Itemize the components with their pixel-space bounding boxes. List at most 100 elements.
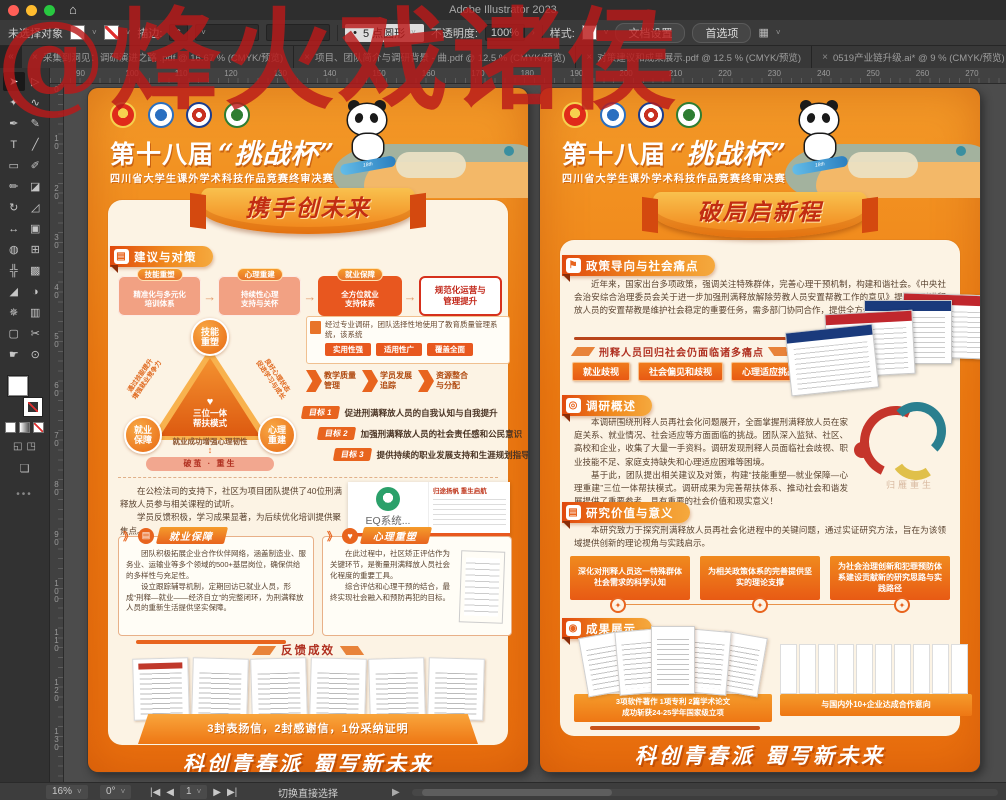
document-tab[interactable]: × 0519产业链升级.ai* @ 9 % (CMYK/预览) [812, 46, 1006, 68]
mesh-tool[interactable]: ╬ [3, 261, 25, 280]
chevron-down-icon[interactable]: ˅ [776, 28, 781, 37]
document-tab[interactable]: ×对策建议和成果展示.pdf @ 12.5 % (CMYK/预览) [576, 46, 812, 68]
ruler-tick-label: 130 [274, 69, 287, 78]
value-connector: ✦✦✦ [610, 596, 910, 614]
draw-normal-icon[interactable]: ◱ [13, 441, 22, 452]
stroke-weight-field[interactable]: ⌃ [169, 24, 188, 41]
ruler-tick-label: 200 [619, 69, 632, 78]
previous-artboard-button[interactable]: ◀ [166, 787, 174, 798]
edit-toolbar-icon[interactable]: ••• [0, 489, 49, 500]
column-graph-tool[interactable]: ▥ [25, 303, 47, 322]
shape-builder-tool[interactable]: ◍ [3, 240, 25, 259]
free-transform-tool[interactable]: ▣ [25, 219, 47, 238]
preferences-button[interactable]: 首选项 [692, 23, 751, 43]
wave-shape [396, 152, 466, 178]
eraser-tool[interactable]: ◪ [25, 177, 47, 196]
assessment-document [459, 550, 505, 623]
type-tool[interactable]: T [3, 135, 25, 154]
fill-color-swatch[interactable] [70, 25, 85, 40]
workspace-icon[interactable]: ▦ [758, 26, 768, 39]
value-text: 本研究致力于探究刑满释放人员再社会化进程中的关键问题，通过实证研究方法，旨在为该… [574, 524, 946, 550]
slice-tool[interactable]: ✂ [25, 324, 47, 343]
document-tab[interactable]: ×项目、团队简介与调研背景 - 曲.pdf @ 12.5 % (CMYK/预览) [294, 46, 576, 68]
fill-swatch[interactable] [8, 376, 28, 396]
scrollbar-thumb[interactable] [422, 789, 612, 796]
ribbon-wing [252, 646, 276, 655]
horizontal-ruler[interactable]: 9010011012013014015016017018019020021022… [50, 68, 1006, 84]
fill-stroke-indicator[interactable] [8, 376, 42, 416]
close-tab-icon[interactable]: × [304, 52, 310, 63]
opacity-field[interactable]: 100% [485, 24, 525, 41]
eyedropper-tool[interactable]: ◢ [3, 282, 25, 301]
stroke-swatch[interactable] [24, 398, 42, 416]
heart-icon: ♥ [207, 397, 214, 408]
ruler-tick-label: 170 [471, 69, 484, 78]
style-swatch[interactable] [582, 25, 597, 40]
selection-tool[interactable]: ➤ [3, 72, 25, 91]
tab-label: 采集到洞见：调研演进之路 .pdf @ 16.67 % (CMYK/预览) [43, 50, 283, 64]
brush-definition-dropdown[interactable]: • 5 点圆形 ˅ [345, 24, 424, 42]
document-tab[interactable]: × 采集到洞见：调研演进之路 .pdf @ 16.67 % (CMYK/预览) [22, 46, 294, 68]
chevron-down-icon[interactable]: ˅ [126, 28, 131, 37]
pen-tool[interactable]: ✒ [3, 114, 25, 133]
illustrator-window: ⌂ Adobe Illustrator 2023 未选择对象 ˅ ˅ 描边: ⌃… [0, 0, 1006, 800]
close-tab-icon[interactable]: × [586, 52, 592, 63]
blend-tool[interactable]: ◑ [25, 282, 47, 301]
document-setup-button[interactable]: 文档设置 [615, 23, 685, 43]
hand-tool[interactable]: ☛ [3, 345, 25, 364]
association-logo-icon [148, 102, 174, 128]
ruler-tick-label: 60 [51, 382, 62, 398]
next-artboard-button[interactable]: ▶ [213, 787, 221, 798]
direct-selection-tool[interactable]: ▷ [25, 72, 47, 91]
line-segment-tool[interactable]: ╱ [25, 135, 47, 154]
zoom-tool[interactable]: ⊙ [25, 345, 47, 364]
eq-logo-pane: EQ系统... [348, 482, 428, 533]
gradient-tool[interactable]: ▩ [25, 261, 47, 280]
goal-row: 目标 2加强刑满释放人员的社会责任感和公民意识 [318, 427, 528, 440]
width-tool[interactable]: ↔ [3, 219, 25, 238]
paintbrush-tool[interactable]: ✐ [25, 156, 47, 175]
chevron-right-icon[interactable]: › [532, 28, 535, 37]
rectangle-tool[interactable]: ▭ [3, 156, 25, 175]
draw-behind-icon[interactable]: ◳ [27, 441, 36, 452]
screen-mode-icon[interactable]: ❏ [0, 462, 49, 475]
rotate-tool[interactable]: ↻ [3, 198, 25, 217]
perspective-grid-tool[interactable]: ⊞ [25, 240, 47, 259]
vertical-ruler[interactable]: 0102030405060708090100110120130 [50, 84, 64, 782]
brush-stroke-dropdown[interactable] [266, 24, 330, 41]
stroke-color-swatch[interactable] [104, 25, 119, 40]
pencil-tool[interactable]: ✏ [3, 177, 25, 196]
rotation-select[interactable]: 0°˅ [100, 783, 131, 800]
ruler-tick-label: 50 [51, 333, 62, 349]
last-artboard-button[interactable]: ▶| [227, 787, 237, 798]
color-button[interactable] [5, 422, 16, 433]
artboard-poster-1[interactable]: 第十八届“挑战杯” 四川省大学生课外学术科技作品竞赛终审决赛 18th 携手创未… [88, 88, 528, 772]
magic-wand-tool[interactable]: ✦ [3, 93, 25, 112]
chevron-down-icon[interactable]: ˅ [92, 28, 97, 37]
gradient-button[interactable] [19, 422, 30, 433]
symbol-sprayer-tool[interactable]: ✵ [3, 303, 25, 322]
artboard-tool[interactable]: ▢ [3, 324, 25, 343]
scale-tool[interactable]: ◿ [25, 198, 47, 217]
collapse-panel-icon[interactable]: « [0, 46, 22, 68]
artboard-number-select[interactable]: 1˅ [180, 785, 207, 799]
close-tab-icon[interactable]: × [32, 52, 38, 63]
artboard-poster-2[interactable]: 第十八届“挑战杯” 四川省大学生课外学术科技作品竞赛终审决赛 18th 破局启新… [540, 88, 980, 772]
first-artboard-button[interactable]: |◀ [150, 787, 160, 798]
league-emblem-icon [562, 102, 588, 128]
canvas[interactable]: 第十八届“挑战杯” 四川省大学生课外学术科技作品竞赛终审决赛 18th 携手创未… [64, 84, 1006, 782]
value-boxes: 深化对刑释人员这一特殊群体社会需求的科学认知为相关政策体系的完善提供坚实的理论支… [570, 556, 950, 600]
none-button[interactable] [33, 422, 44, 433]
titlebar[interactable]: ⌂ Adobe Illustrator 2023 [0, 0, 1006, 20]
horizontal-scrollbar[interactable] [412, 789, 998, 796]
panda-body [805, 134, 835, 160]
chevron-down-icon[interactable]: ˅ [604, 28, 609, 37]
lasso-tool[interactable]: ∿ [25, 93, 47, 112]
tab-label: 0519产业链升级.ai* @ 9 % (CMYK/预览) [833, 50, 1005, 64]
close-tab-icon[interactable]: × [822, 52, 828, 63]
curvature-tool[interactable]: ✎ [25, 114, 47, 133]
zoom-level-select[interactable]: 16%˅ [46, 783, 88, 800]
panel-arrow-icon[interactable]: ▶ [392, 783, 400, 800]
ruler-tick-label: 260 [916, 69, 929, 78]
variable-width-profile-dropdown[interactable]: ˅ [195, 24, 259, 41]
